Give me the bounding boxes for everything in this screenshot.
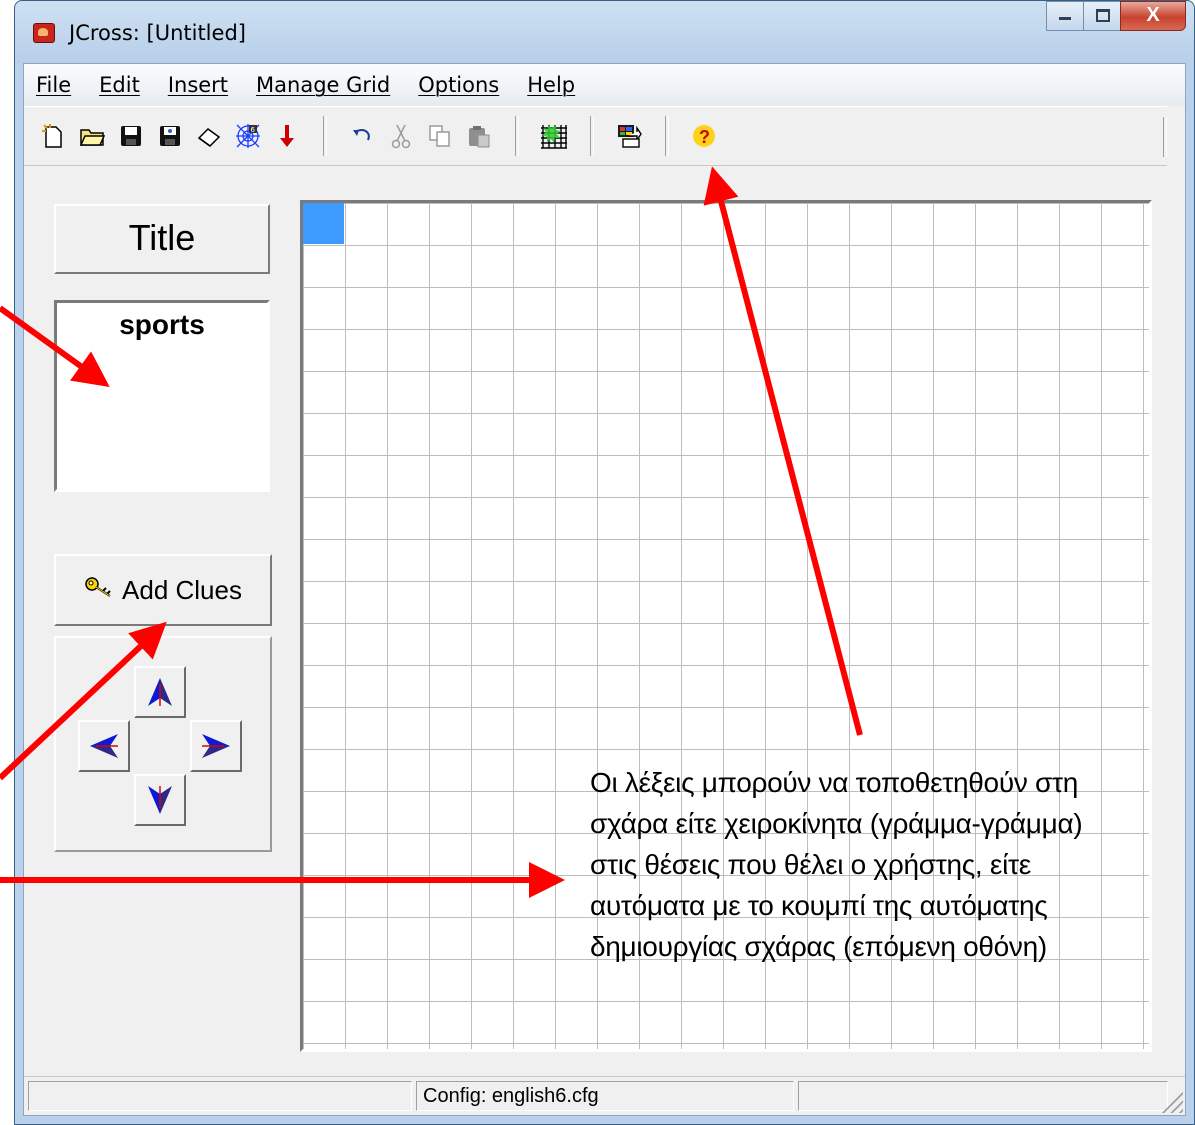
annotation-line: αυτόματα με το κουμπί της αυτόματης bbox=[590, 890, 1048, 921]
arrow-right-icon bbox=[202, 734, 230, 758]
undo-icon[interactable] bbox=[347, 121, 377, 151]
svg-text:6: 6 bbox=[251, 126, 256, 134]
add-clues-label: Add Clues bbox=[122, 574, 242, 605]
arrow-down-icon bbox=[148, 786, 172, 814]
menu-help[interactable]: Help bbox=[527, 73, 575, 97]
app-icon[interactable] bbox=[33, 23, 55, 43]
toolbar-end-separator bbox=[1163, 117, 1167, 157]
save-icon[interactable] bbox=[116, 121, 146, 151]
move-down-button[interactable] bbox=[134, 774, 186, 826]
add-clues-button[interactable]: Add Clues bbox=[54, 554, 272, 626]
toolbar-separator bbox=[515, 116, 519, 156]
move-left-button[interactable] bbox=[78, 720, 130, 772]
eraser-icon[interactable] bbox=[194, 121, 224, 151]
annotation-line: Οι λέξεις μπορούν να τοποθετηθούν στη bbox=[590, 767, 1079, 798]
title-field[interactable]: sports bbox=[54, 300, 270, 492]
menu-file[interactable]: File bbox=[36, 73, 71, 97]
copy-icon[interactable] bbox=[425, 121, 455, 151]
status-panel-right bbox=[798, 1081, 1168, 1111]
window-title: JCross: [Untitled] bbox=[69, 21, 246, 45]
menu-options[interactable]: Options bbox=[418, 73, 499, 97]
close-button[interactable]: X bbox=[1120, 1, 1186, 31]
selected-grid-cell[interactable] bbox=[303, 203, 344, 244]
open-folder-icon[interactable] bbox=[77, 121, 107, 151]
menu-edit[interactable]: Edit bbox=[99, 73, 140, 97]
maximize-button[interactable] bbox=[1083, 1, 1121, 31]
toolbar-separator bbox=[590, 116, 594, 156]
export-icon[interactable] bbox=[614, 121, 644, 151]
status-panel-left bbox=[28, 1081, 412, 1111]
arrow-down-icon[interactable] bbox=[272, 121, 302, 151]
save-as-icon[interactable] bbox=[155, 121, 185, 151]
title-button[interactable]: Title bbox=[54, 204, 270, 274]
paste-icon[interactable] bbox=[464, 121, 494, 151]
toolbar-separator bbox=[665, 116, 669, 156]
key-icon bbox=[84, 574, 114, 606]
help-icon[interactable]: ? bbox=[689, 121, 719, 151]
grid-web-icon[interactable]: 6 bbox=[233, 121, 263, 151]
menu-bar: File Edit Insert Manage Grid Options Hel… bbox=[24, 64, 1185, 106]
window-controls: X bbox=[1046, 1, 1186, 31]
auto-grid-icon[interactable] bbox=[539, 121, 569, 151]
annotation-line: σχάρα είτε χειροκίνητα (γράμμα-γράμμα) bbox=[590, 808, 1083, 839]
title-bar[interactable]: JCross: [Untitled] X bbox=[15, 1, 1194, 63]
svg-text:?: ? bbox=[699, 127, 710, 147]
menu-manage-grid[interactable]: Manage Grid bbox=[256, 73, 390, 97]
cut-icon[interactable] bbox=[386, 121, 416, 151]
status-bar: Config: english6.cfg bbox=[24, 1076, 1185, 1115]
annotation-text: Οι λέξεις μπορούν να τοποθετηθούν στη σχ… bbox=[590, 762, 1150, 967]
move-right-button[interactable] bbox=[190, 720, 242, 772]
minimize-button[interactable] bbox=[1046, 1, 1084, 31]
menu-insert[interactable]: Insert bbox=[168, 73, 228, 97]
arrow-left-icon bbox=[90, 734, 118, 758]
arrow-pad bbox=[54, 636, 272, 852]
move-up-button[interactable] bbox=[134, 666, 186, 718]
status-config: Config: english6.cfg bbox=[416, 1081, 794, 1111]
annotation-line: στις θέσεις που θέλει ο χρήστης, είτε bbox=[590, 849, 1031, 880]
new-file-icon[interactable] bbox=[38, 121, 68, 151]
annotation-line: δημιουργίας σχάρας (επόμενη οθόνη) bbox=[590, 931, 1047, 962]
toolbar-separator bbox=[323, 116, 327, 156]
toolbar: 6 ? bbox=[24, 106, 1167, 166]
arrow-up-icon bbox=[148, 678, 172, 706]
